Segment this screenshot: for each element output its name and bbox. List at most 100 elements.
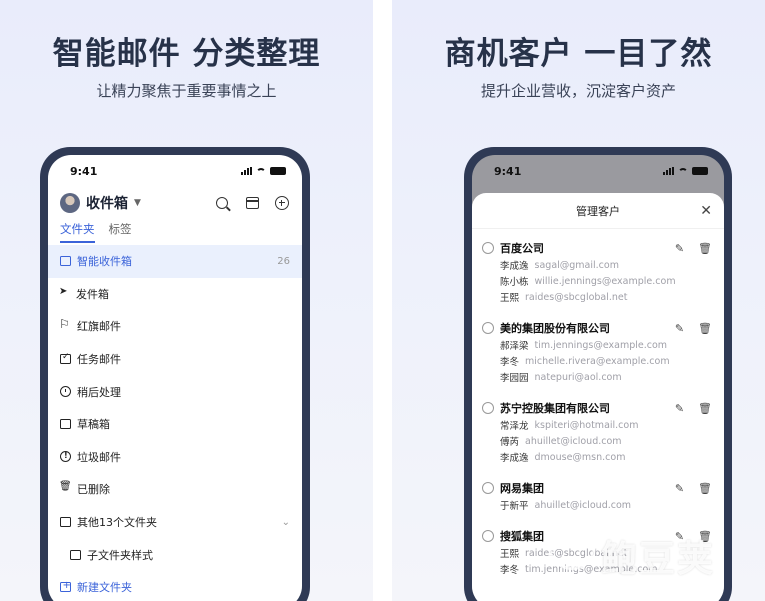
company-list: 百度公司 ✎ 🗑 李成逸 sagal@gmail.com 陈小栋 willie.jennin… <box>472 229 724 583</box>
contact-row: 常泽龙 kspiteri@hotmail.com <box>482 417 712 433</box>
edit-icon[interactable]: ✎ <box>675 322 684 335</box>
select-radio[interactable] <box>482 322 494 334</box>
mailbox-title[interactable]: 收件箱 <box>86 193 128 213</box>
status-bar: 9:41 <box>472 159 724 183</box>
contact-name: 傅芮 <box>500 437 520 448</box>
edit-icon[interactable]: ✎ <box>675 530 684 543</box>
folder-icon <box>60 517 71 528</box>
sheet-header: 管理客户 ✕ <box>472 193 724 229</box>
contact-email: kspiteri@hotmail.com <box>534 419 639 431</box>
folder-later[interactable]: 稍后处理 <box>48 375 302 408</box>
signal-icon <box>663 167 674 175</box>
folder-subfolder[interactable]: 子文件夹样式 <box>48 538 302 571</box>
company-item: 美的集团股份有限公司 ✎ 🗑 郝泽梁 tim.jennings@example.com 李… <box>472 311 724 391</box>
clock-icon <box>60 386 71 398</box>
contact-row: 李成逸 dmouse@msn.com <box>482 449 712 465</box>
right-subline: 提升企业营收，沉淀客户资产 <box>480 82 676 100</box>
right-promo-panel: 商机客户 一目了然 提升企业营收，沉淀客户资产 9:41 管理客户 ✕ 百度公司… <box>392 0 765 601</box>
checkbox-icon <box>60 352 71 365</box>
company-name: 美的集团股份有限公司 <box>500 322 610 335</box>
edit-icon[interactable]: ✎ <box>675 242 684 255</box>
company-name: 搜狐集团 <box>500 530 544 543</box>
contact-name: 李园园 <box>500 373 529 384</box>
trash-icon <box>59 481 72 494</box>
contact-row: 陈小栋 willie.jennings@example.com <box>482 273 712 289</box>
company-item: 搜狐集团 ✎ 🗑 王熙 raides@sbcglobal.net 李冬 tim.jennin… <box>472 519 724 583</box>
folder-tabs: 文件夹 标签 <box>48 217 302 243</box>
trash-icon[interactable]: 🗑 <box>698 322 712 335</box>
folder-drafts[interactable]: 草稿箱 <box>48 408 302 441</box>
trash-icon[interactable]: 🗑 <box>698 482 712 495</box>
folder-flagged[interactable]: 红旗邮件 <box>48 310 302 343</box>
battery-icon <box>692 167 708 175</box>
folder-smart-inbox[interactable]: 智能收件箱 26 <box>48 245 302 278</box>
avatar[interactable] <box>60 193 80 213</box>
contact-row: 王熙 raides@sbcglobal.net <box>482 289 712 305</box>
phone-mockup-mail: 9:41 收件箱 ▼ 文件夹 标签 智能收件箱 26 ➤ 发件箱 ⚐ 红旗邮件 … <box>40 147 310 601</box>
mailbox-switcher[interactable]: 收件箱 ▼ <box>60 193 141 213</box>
contact-email: tim.jennings@example.com <box>534 339 668 351</box>
select-radio[interactable] <box>482 530 494 542</box>
flag-icon <box>59 317 71 331</box>
tab-folders[interactable]: 文件夹 <box>60 221 95 243</box>
contact-email: ahuillet@icloud.com <box>534 499 632 511</box>
folder-icon <box>70 549 81 560</box>
contact-email: dmouse@msn.com <box>534 451 626 463</box>
contact-row: 李冬 michelle.rivera@example.com <box>482 353 712 369</box>
folder-deleted[interactable]: 已删除 <box>48 473 302 506</box>
signal-icon <box>241 167 252 175</box>
calendar-button[interactable] <box>244 195 260 211</box>
company-row: 苏宁控股集团有限公司 ✎ 🗑 <box>482 399 712 417</box>
contact-name: 郝泽梁 <box>500 341 529 352</box>
draft-icon <box>60 419 71 430</box>
company-name: 网易集团 <box>500 482 544 495</box>
company-row: 网易集团 ✎ 🗑 <box>482 479 712 497</box>
trash-icon[interactable]: 🗑 <box>698 242 712 255</box>
folder-list: 智能收件箱 26 发件箱 红旗邮件 任务邮件 稍后处理 <box>48 245 302 601</box>
company-row: 搜狐集团 ✎ 🗑 <box>482 527 712 545</box>
select-radio[interactable] <box>482 482 494 494</box>
contact-name: 李冬 <box>500 565 520 576</box>
contact-row: 郝泽梁 tim.jennings@example.com <box>482 337 712 353</box>
select-radio[interactable] <box>482 242 494 254</box>
edit-icon[interactable]: ✎ <box>675 402 684 415</box>
select-radio[interactable] <box>482 402 494 414</box>
contact-row: 李园园 natepuri@aol.com <box>482 369 712 385</box>
tab-labels[interactable]: 标签 <box>109 221 132 243</box>
contact-name: 常泽龙 <box>500 421 529 432</box>
mail-icon <box>60 256 71 267</box>
contact-row: 王熙 raides@sbcglobal.net <box>482 545 712 561</box>
folder-tasks[interactable]: 任务邮件 <box>48 343 302 376</box>
alert-icon <box>60 451 71 463</box>
status-time: 9:41 <box>494 164 522 178</box>
caret-down-icon[interactable]: ▼ <box>134 198 141 208</box>
contact-row: 于新平 ahuillet@icloud.com <box>482 497 712 513</box>
contact-email: natepuri@aol.com <box>534 371 622 383</box>
contact-name: 李冬 <box>500 357 520 368</box>
sheet-title: 管理客户 <box>576 204 620 218</box>
new-folder-button[interactable]: 新建文件夹 <box>48 571 302 601</box>
close-icon[interactable]: ✕ <box>700 203 712 219</box>
chevron-down-icon[interactable]: ⌄ <box>282 517 290 528</box>
contact-email: ahuillet@icloud.com <box>525 435 622 447</box>
contact-name: 于新平 <box>500 501 529 512</box>
status-time: 9:41 <box>70 164 98 178</box>
contact-email: raides@sbcglobal.net <box>525 547 628 559</box>
folder-others[interactable]: 其他13个文件夹 ⌄ <box>48 506 302 539</box>
contact-name: 王熙 <box>500 293 520 304</box>
wifi-icon <box>678 167 688 175</box>
folder-spam[interactable]: 垃圾邮件 <box>48 441 302 474</box>
edit-icon[interactable]: ✎ <box>675 482 684 495</box>
add-folder-icon <box>60 580 71 593</box>
send-icon <box>59 286 70 299</box>
trash-icon[interactable]: 🗑 <box>698 530 712 543</box>
contact-email: sagal@gmail.com <box>534 259 619 271</box>
trash-icon[interactable]: 🗑 <box>698 402 712 415</box>
contact-name: 陈小栋 <box>500 277 529 288</box>
left-subline: 让精力聚焦于重要事情之上 <box>96 82 277 100</box>
search-button[interactable] <box>214 195 230 211</box>
contact-name: 王熙 <box>500 549 520 560</box>
compose-button[interactable] <box>274 195 290 211</box>
folder-outbox[interactable]: 发件箱 <box>48 278 302 311</box>
contact-email: raides@sbcglobal.net <box>525 291 628 303</box>
